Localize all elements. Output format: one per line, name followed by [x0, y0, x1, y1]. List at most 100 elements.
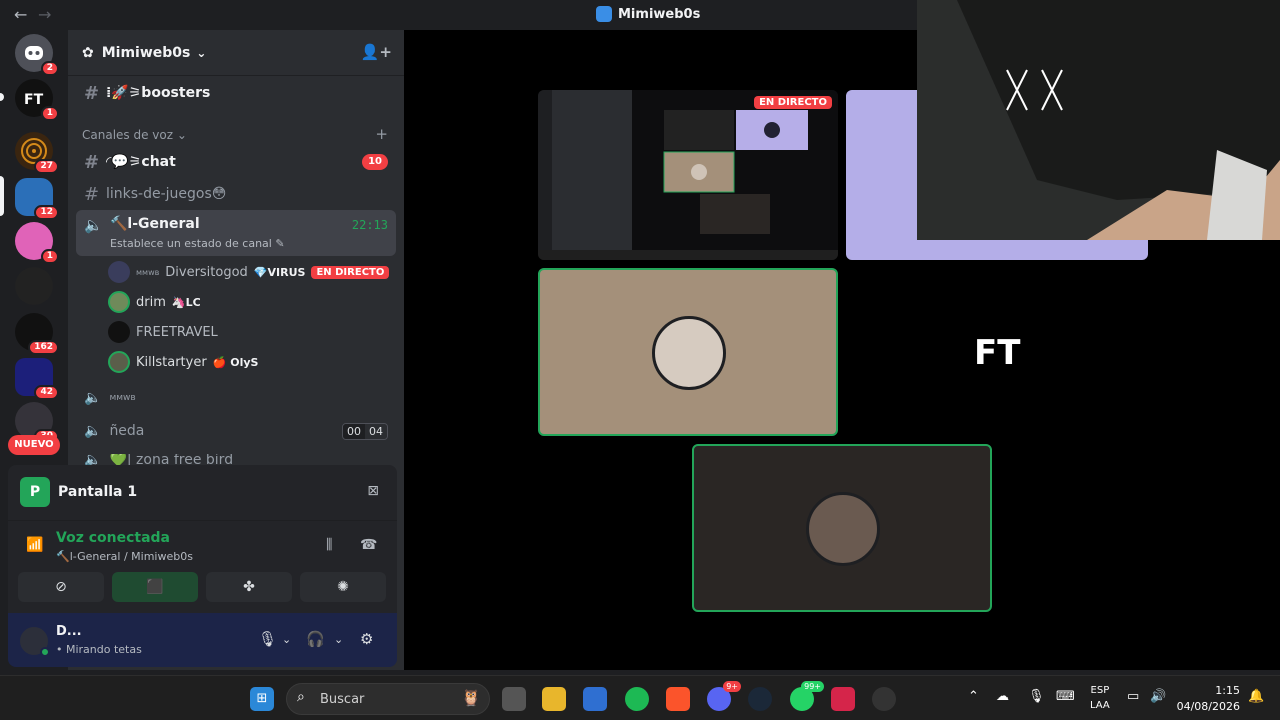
stop-stream-icon[interactable]: ⊠ — [367, 483, 379, 499]
notification-badge: 1 — [40, 249, 59, 264]
category-voice-channels[interactable]: Canales de voz ⌄ — [82, 128, 187, 142]
call-timer: 22:13 — [351, 218, 388, 232]
dark-server-icon[interactable] — [15, 267, 53, 305]
ft-server-icon[interactable]: FT 1 — [15, 79, 59, 121]
channel-label: links-de-juegos😳 — [106, 186, 227, 202]
volume-icon[interactable]: 🔊 — [1150, 689, 1166, 704]
screen-share-button[interactable]: ⬛ — [112, 572, 198, 602]
noise-suppression-icon[interactable]: ⫼ — [326, 537, 332, 553]
notification-badge: 27 — [34, 159, 59, 174]
chevron-down-icon[interactable]: ⌄ — [282, 633, 291, 646]
voice-channel-general[interactable]: 🔈 🔨l-General Establece un estado de cana… — [76, 210, 396, 256]
voice-member[interactable]: FREETRAVEL — [108, 319, 218, 345]
spotify-icon[interactable] — [625, 687, 649, 711]
avatar — [652, 316, 726, 390]
notification-badge: 9+ — [723, 681, 741, 692]
camera-feed — [917, 0, 1280, 240]
notification-badge: 162 — [28, 340, 59, 355]
avatar — [108, 291, 130, 313]
member-tag: 🦄LC — [171, 295, 201, 309]
server-badge-icon: ✿ — [82, 44, 94, 61]
notification-badge: 1 — [40, 106, 59, 121]
microsoft-store-icon[interactable] — [583, 687, 607, 711]
camera-off-button[interactable]: ⊘ — [18, 572, 104, 602]
live-badge: EN DIRECTO — [754, 96, 832, 109]
avatar — [108, 321, 130, 343]
taskbar-search[interactable]: ⌕ Buscar 🦉 — [286, 683, 490, 715]
back-arrow-icon[interactable]: ← — [14, 5, 27, 24]
windows-taskbar: ⊞ ⌕ Buscar 🦉 9+ 99+ ⌃ ☁ 🎙 ⌨ ESP LAA ▭ 🔊 — [0, 675, 1280, 720]
language-indicator[interactable]: ESP LAA — [1090, 683, 1110, 713]
add-channel-icon[interactable]: + — [375, 125, 388, 143]
voice-member[interactable]: drim 🦄LC — [108, 289, 201, 315]
notification-bell-icon[interactable]: 🔔 — [1248, 689, 1264, 704]
voice-location[interactable]: 🔨l-General / Mimiweb0s — [56, 550, 193, 563]
unread-indicator — [0, 93, 4, 101]
keyboard-icon[interactable]: ⌨ — [1056, 689, 1075, 704]
whatsapp-icon[interactable]: 99+ — [790, 681, 824, 711]
steam-icon[interactable] — [748, 687, 772, 711]
participant-tile[interactable]: FT — [846, 268, 1148, 436]
username[interactable]: D... — [56, 624, 82, 639]
screen-share-label: Pantalla 1 — [58, 484, 138, 500]
pink-server-icon[interactable]: 1 — [15, 222, 59, 264]
member-name: FREETRAVEL — [136, 324, 218, 340]
speaker-icon: 🔈 — [84, 423, 102, 439]
microphone-icon[interactable]: 🎙 — [258, 630, 277, 648]
channel-boosters[interactable]: # ⁞🚀⚞boosters — [76, 78, 396, 108]
voice-member[interactable]: Killstartyer 🍎 OlyS — [108, 349, 258, 375]
task-view-icon[interactable] — [502, 687, 526, 711]
voice-status[interactable]: Voz conectada — [56, 530, 170, 546]
channel-links-de-juegos[interactable]: # links-de-juegos😳 — [76, 179, 396, 209]
discord-home-icon[interactable]: 2 — [15, 34, 59, 76]
stream-preview — [538, 90, 838, 260]
server-app-icon — [596, 6, 612, 22]
spiral-server-icon[interactable]: 27 — [15, 132, 59, 174]
selected-indicator — [0, 176, 4, 216]
recording-app-icon[interactable] — [872, 687, 896, 711]
text-server-icon[interactable]: 162 — [15, 313, 59, 355]
channel-chat[interactable]: # ◜💬⚞chat 10 — [76, 147, 396, 177]
voice-channel-neda[interactable]: 🔈 ñeda — [84, 423, 144, 439]
microphone-icon[interactable]: 🎙 — [1028, 689, 1045, 704]
avatar — [108, 261, 130, 283]
soundboard-button[interactable]: ✺ — [300, 572, 386, 602]
discord-taskbar-icon[interactable]: 9+ — [707, 681, 741, 711]
file-explorer-icon[interactable] — [542, 687, 566, 711]
clock[interactable]: 1:15 04/08/2026 — [1177, 683, 1240, 715]
notification-badge: 42 — [34, 385, 59, 400]
game-server-icon[interactable]: 12 — [15, 178, 59, 220]
participant-tile-speaking[interactable] — [692, 444, 992, 612]
svg-text:FT: FT — [24, 92, 44, 108]
voice-channel-zona[interactable]: 🔈 💚| zona free bird — [84, 454, 233, 465]
gear-icon[interactable]: ⚙ — [360, 630, 373, 648]
forward-arrow-icon[interactable]: → — [38, 5, 51, 24]
channel-status[interactable]: Establece un estado de canal ✎ — [110, 237, 285, 250]
participant-tile-speaking[interactable] — [538, 268, 838, 436]
neon-server-icon[interactable]: 42 — [15, 358, 59, 400]
chevron-down-icon[interactable]: ⌄ — [334, 633, 343, 646]
voice-channel-mmwb[interactable]: 🔈 ᴍᴍᴡʙ — [84, 390, 136, 406]
cloud-icon[interactable]: ☁ — [996, 689, 1009, 704]
activities-button[interactable]: ✤ — [206, 572, 292, 602]
stream-tile[interactable]: EN DIRECTO — [538, 90, 838, 260]
chevron-up-icon[interactable]: ⌃ — [968, 689, 979, 704]
brave-icon[interactable] — [666, 687, 690, 711]
headphones-icon[interactable]: 🎧 — [306, 630, 325, 648]
speaker-icon: 🔈 — [84, 454, 102, 465]
ft-logo-icon: FT — [974, 333, 1021, 373]
signal-icon: 📶 — [26, 537, 44, 553]
ft-app-icon[interactable] — [831, 687, 855, 711]
camera-overlay — [917, 0, 1280, 240]
live-badge: EN DIRECTO — [311, 265, 390, 279]
voice-member[interactable]: ᴍᴍᴡʙ Diversitogod 💎VIRUS EN DIRECTO — [108, 259, 390, 285]
discord-window: ← → Mimiweb0s 2 FT 1 27 12 1 162 42 NUEV… — [0, 0, 1280, 720]
search-highlight-icon: 🦉 — [461, 688, 481, 707]
invite-people-icon[interactable]: 👤+ — [361, 43, 392, 61]
windows-start-icon[interactable]: ⊞ — [250, 687, 274, 711]
notification-badge: 99+ — [801, 681, 824, 692]
screen-share-header: P Pantalla 1 — [20, 477, 137, 507]
server-header[interactable]: ✿ Mimiweb0s ⌄ 👤+ — [68, 30, 404, 76]
disconnect-icon[interactable]: ☎ — [360, 537, 377, 553]
network-icon[interactable]: ▭ — [1127, 689, 1139, 704]
